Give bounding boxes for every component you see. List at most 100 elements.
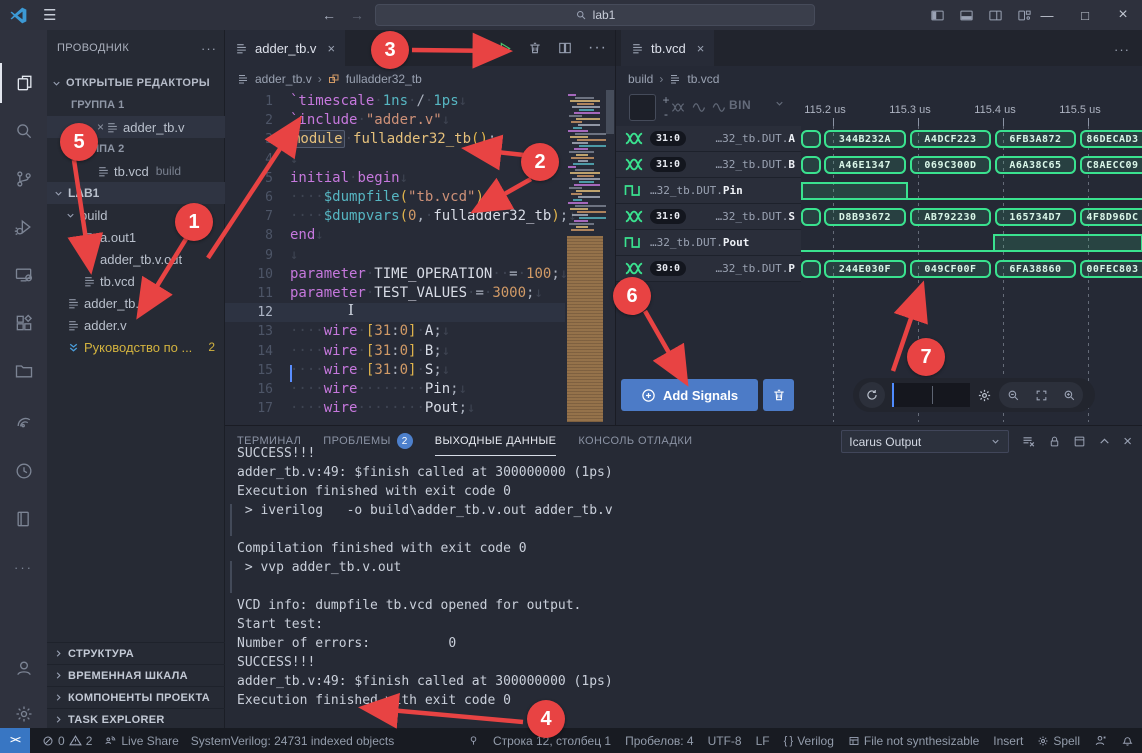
download-icon xyxy=(67,341,80,354)
gear-icon[interactable] xyxy=(977,388,992,403)
nav-forward-icon[interactable]: → xyxy=(350,7,364,23)
tree-section--1[interactable]: ГРУППА 1 xyxy=(47,94,225,116)
radix-select[interactable]: BIN xyxy=(729,98,751,112)
bus-format-icon[interactable] xyxy=(671,102,685,113)
sidebar-more-icon[interactable]: ··· xyxy=(201,41,217,56)
minimize-button[interactable]: — xyxy=(1028,0,1066,30)
code-text: ····wire·[31:0]·A;↓ xyxy=(290,322,450,341)
line-number: 14 xyxy=(225,342,273,361)
tree-item-adder_tb.v[interactable]: adder_tb.v xyxy=(47,292,225,314)
grid-file-icon xyxy=(848,735,860,747)
minimap-slider[interactable] xyxy=(606,90,614,134)
tree-item-adder_tb.v.out[interactable]: adder_tb.v.out xyxy=(47,248,225,270)
problems-status[interactable]: 0 2 xyxy=(42,734,92,748)
zoom-in-icon[interactable] xyxy=(1063,389,1076,402)
signal-row-b[interactable]: 31:0…32_tb.DUT.B xyxy=(616,152,801,178)
spell-checker-status[interactable]: Spell xyxy=(1037,734,1080,748)
line-number: 10 xyxy=(225,265,273,284)
signal-row-s[interactable]: 31:0…32_tb.DUT.S xyxy=(616,204,801,230)
synthesizable-status[interactable]: File not synthesizable xyxy=(848,734,979,748)
activity-bar-item-remote[interactable] xyxy=(0,255,47,295)
feedback-status[interactable] xyxy=(1094,734,1107,747)
signal-row-p[interactable]: 30:0…32_tb.DUT.P xyxy=(616,256,801,282)
code-text: parameter·TIME_OPERATION··=·100;↓ xyxy=(290,265,568,284)
activity-bar-item-notebook[interactable] xyxy=(0,499,47,539)
indexer-status[interactable]: SystemVerilog: 24731 indexed objects xyxy=(191,734,394,748)
run-debug-icon xyxy=(14,217,34,237)
activity-bar-item-search[interactable] xyxy=(0,111,47,151)
time-input[interactable] xyxy=(892,383,970,407)
indentation-status[interactable]: Пробелов: 4 xyxy=(625,734,694,748)
insert-mode[interactable]: Insert xyxy=(993,734,1023,748)
port-status[interactable] xyxy=(468,734,479,747)
notifications-status[interactable] xyxy=(1121,734,1134,747)
signal-name: …32_tb.DUT.Pin xyxy=(650,184,795,197)
editor-more-icon[interactable]: ··· xyxy=(588,39,607,57)
menu-hamburger-icon[interactable]: ☰ xyxy=(43,6,56,24)
open-editors-header[interactable]: ОТКРЫТЫЕ РЕДАКТОРЫ xyxy=(47,72,225,94)
sidebar-section-временная-шкала[interactable]: ВРЕМЕННАЯ ШКАЛА xyxy=(47,664,225,686)
nav-back-icon[interactable]: ← xyxy=(322,7,336,23)
sidebar-section-компоненты-проекта[interactable]: КОМПОНЕНТЫ ПРОЕКТА xyxy=(47,686,225,708)
remove-signals-button[interactable] xyxy=(763,379,794,411)
run-button[interactable] xyxy=(497,41,512,56)
tree-item--...[interactable]: Руководство по ...2 xyxy=(47,336,225,358)
tab-adder-tb[interactable]: adder_tb.v × xyxy=(225,30,345,66)
bus-signal-icon xyxy=(624,132,644,145)
breadcrumb[interactable]: build › tb.vcd xyxy=(628,66,719,92)
maximize-button[interactable]: □ xyxy=(1066,0,1104,30)
toggle-panel-icon[interactable] xyxy=(959,8,974,23)
activity-bar-item-folder[interactable] xyxy=(0,351,47,391)
code-line-16: 16····wire········Pin;↓ xyxy=(225,380,565,399)
wave-color-swatch[interactable] xyxy=(629,94,656,121)
zoom-fit-icon[interactable] xyxy=(1035,389,1048,402)
bus-value-cell: 00FEC803 xyxy=(1080,260,1142,278)
signal-row-a[interactable]: 31:0…32_tb.DUT.A xyxy=(616,126,801,152)
close-tab-icon[interactable]: × xyxy=(697,41,705,56)
editor-more-icon[interactable]: ··· xyxy=(1114,42,1130,57)
eol-status[interactable]: LF xyxy=(756,734,770,748)
minimap[interactable] xyxy=(565,90,608,425)
sidebar-section-структура[interactable]: СТРУКТУРА xyxy=(47,642,225,664)
tree-item-adder.v[interactable]: adder.v xyxy=(47,314,225,336)
tree-section-lab1[interactable]: LAB1 xyxy=(47,182,225,204)
close-window-button[interactable]: × xyxy=(1104,0,1142,30)
activity-bar-item-extensions[interactable] xyxy=(0,303,47,343)
command-search-box[interactable]: lab1 xyxy=(375,4,815,26)
activity-bar-item-antenna[interactable] xyxy=(0,401,47,441)
add-signals-button[interactable]: Add Signals xyxy=(621,379,758,411)
tree-item-tb.vcd[interactable]: tb.vcd xyxy=(47,270,225,292)
remote-indicator[interactable]: >< xyxy=(0,728,30,753)
zoom-out-icon[interactable] xyxy=(1007,389,1020,402)
activity-bar-item-source-control[interactable] xyxy=(0,159,47,199)
breadcrumb[interactable]: adder_tb.v › fulladder32_tb xyxy=(237,66,422,92)
toggle-secondary-sidebar-icon[interactable] xyxy=(988,8,1003,23)
close-panel-icon[interactable]: × xyxy=(1123,433,1132,450)
activity-bar-item-more[interactable]: ··· xyxy=(0,547,47,587)
activity-bar-item-explorer[interactable] xyxy=(0,63,47,103)
activity-bar-item-clock[interactable] xyxy=(0,451,47,491)
split-editor-icon[interactable] xyxy=(558,41,572,55)
refresh-button[interactable] xyxy=(859,382,885,408)
sidebar-section-task-explorer[interactable]: TASK EXPLORER xyxy=(47,708,225,730)
signal-row-pin[interactable]: …32_tb.DUT.Pin xyxy=(616,178,801,204)
live-share-status[interactable]: Live Share xyxy=(104,734,178,748)
toggle-sidebar-icon[interactable] xyxy=(930,8,945,23)
tree-item-tb.vcd[interactable]: tb.vcdbuild xyxy=(47,160,225,182)
analog-wave-icon[interactable] xyxy=(692,102,707,113)
analog-wave2-icon[interactable] xyxy=(712,102,727,113)
bit-range-chip: 31:0 xyxy=(650,131,686,146)
language-mode[interactable]: { } Verilog xyxy=(784,734,834,748)
terminal-output[interactable]: SUCCESS!!! adder_tb.v:49: $finish called… xyxy=(237,444,1117,729)
close-editor-icon[interactable]: × xyxy=(97,120,104,134)
timeline-label: 115.4 us xyxy=(974,104,1015,116)
close-tab-icon[interactable]: × xyxy=(327,41,335,56)
tab-tb-vcd[interactable]: tb.vcd × xyxy=(621,30,714,66)
activity-bar-item-account[interactable] xyxy=(0,648,47,688)
code-editor[interactable]: 1`timescale·1ns·/·1ps↓2`include·"adder.v… xyxy=(225,92,565,425)
activity-bar-item-run-debug[interactable] xyxy=(0,207,47,247)
code-text: module·fulladder32_tb();↓ xyxy=(290,130,505,149)
encoding-status[interactable]: UTF-8 xyxy=(708,734,742,748)
trash-icon[interactable] xyxy=(528,41,542,55)
signal-row-pout[interactable]: …32_tb.DUT.Pout xyxy=(616,230,801,256)
